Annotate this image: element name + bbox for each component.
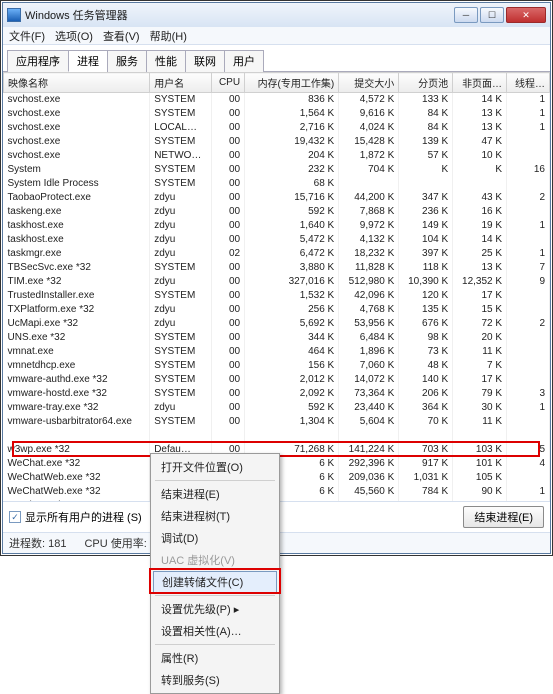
menu-file[interactable]: 文件(F) bbox=[9, 28, 45, 44]
tab-services[interactable]: 服务 bbox=[107, 50, 147, 72]
table-row[interactable]: TIM.exe *32zdyu00327,016 K512,980 K10,39… bbox=[4, 275, 550, 289]
table-row[interactable]: TBSecSvc.exe *32SYSTEM003,880 K11,828 K1… bbox=[4, 261, 550, 275]
context-item[interactable]: 调试(D) bbox=[151, 527, 279, 549]
maximize-button[interactable]: ☐ bbox=[480, 7, 504, 23]
column-header[interactable]: 用户名 bbox=[150, 73, 212, 93]
table-row[interactable]: taskhost.exezdyu005,472 K4,132 K104 K14 … bbox=[4, 233, 550, 247]
table-row[interactable]: UNS.exe *32SYSTEM00344 K6,484 K98 K20 K bbox=[4, 331, 550, 345]
context-item[interactable]: 属性(R) bbox=[151, 647, 279, 669]
context-item: UAC 虚拟化(V) bbox=[151, 549, 279, 571]
table-row[interactable]: TaobaoProtect.exezdyu0015,716 K44,200 K3… bbox=[4, 191, 550, 205]
table-row[interactable]: vmware-usbarbitrator64.exeSYSTEM001,304 … bbox=[4, 415, 550, 429]
menu-view[interactable]: 查看(V) bbox=[103, 28, 140, 44]
context-item[interactable]: 结束进程(E) bbox=[151, 483, 279, 505]
table-row[interactable]: vmware-hostd.exe *32SYSTEM002,092 K73,36… bbox=[4, 387, 550, 401]
app-icon bbox=[7, 8, 21, 22]
tab-applications[interactable]: 应用程序 bbox=[7, 50, 69, 72]
tab-users[interactable]: 用户 bbox=[224, 50, 264, 72]
context-item[interactable]: 创建转储文件(C) bbox=[153, 571, 277, 593]
table-row[interactable]: vmware-authd.exe *32SYSTEM002,012 K14,07… bbox=[4, 373, 550, 387]
menu-options[interactable]: 选项(O) bbox=[55, 28, 93, 44]
tab-networking[interactable]: 联网 bbox=[185, 50, 225, 72]
table-row[interactable]: SystemSYSTEM00232 K704 KKK16 bbox=[4, 163, 550, 177]
column-header[interactable]: 分页池 bbox=[399, 73, 453, 93]
tab-processes[interactable]: 进程 bbox=[68, 50, 108, 72]
table-row[interactable]: svchost.exeSYSTEM001,564 K9,616 K84 K13 … bbox=[4, 107, 550, 121]
table-row[interactable]: System Idle ProcessSYSTEM0068 K bbox=[4, 177, 550, 191]
titlebar: Windows 任务管理器 ─ ☐ ✕ bbox=[3, 3, 550, 27]
end-process-button[interactable]: 结束进程(E) bbox=[463, 506, 544, 528]
close-button[interactable]: ✕ bbox=[506, 7, 546, 23]
minimize-button[interactable]: ─ bbox=[454, 7, 478, 23]
window-title: Windows 任务管理器 bbox=[25, 7, 128, 23]
status-procs: 进程数: 181 bbox=[9, 535, 66, 551]
table-row[interactable]: UcMapi.exe *32zdyu005,692 K53,956 K676 K… bbox=[4, 317, 550, 331]
column-header[interactable]: CPU bbox=[211, 73, 244, 93]
table-row[interactable]: svchost.exeSYSTEM0019,432 K15,428 K139 K… bbox=[4, 135, 550, 149]
context-item[interactable]: 设置优先级(P) ▸ bbox=[151, 598, 279, 620]
column-header[interactable]: 内存(专用工作集) bbox=[245, 73, 339, 93]
table-row[interactable]: vmnat.exeSYSTEM00464 K1,896 K73 K11 K bbox=[4, 345, 550, 359]
column-header[interactable]: 非页面… bbox=[453, 73, 507, 93]
context-menu[interactable]: 打开文件位置(O) 结束进程(E)结束进程树(T)调试(D)UAC 虚拟化(V)创… bbox=[150, 453, 280, 694]
process-table[interactable]: 映像名称用户名CPU内存(专用工作集)提交大小分页池非页面…线程…svchost… bbox=[3, 72, 550, 501]
tabs: 应用程序 进程 服务 性能 联网 用户 bbox=[3, 45, 550, 72]
context-item[interactable]: 设置相关性(A)… bbox=[151, 620, 279, 642]
table-row[interactable]: svchost.exeSYSTEM00836 K4,572 K133 K14 K… bbox=[4, 93, 550, 108]
table-row[interactable]: vmnetdhcp.exeSYSTEM00156 K7,060 K48 K7 K bbox=[4, 359, 550, 373]
table-row[interactable]: taskhost.exezdyu001,640 K9,972 K149 K19 … bbox=[4, 219, 550, 233]
table-row[interactable]: svchost.exeLOCAL…002,716 K4,024 K84 K13 … bbox=[4, 121, 550, 135]
table-row[interactable]: taskeng.exezdyu00592 K7,868 K236 K16 K bbox=[4, 205, 550, 219]
context-item[interactable]: 结束进程树(T) bbox=[151, 505, 279, 527]
column-header[interactable]: 线程… bbox=[507, 73, 550, 93]
table-row[interactable]: TrustedInstaller.exeSYSTEM001,532 K42,09… bbox=[4, 289, 550, 303]
menubar: 文件(F) 选项(O) 查看(V) 帮助(H) bbox=[3, 27, 550, 45]
tab-performance[interactable]: 性能 bbox=[146, 50, 186, 72]
column-header[interactable]: 映像名称 bbox=[4, 73, 150, 93]
menu-help[interactable]: 帮助(H) bbox=[150, 28, 187, 44]
show-all-users-label: 显示所有用户的进程 (S) bbox=[25, 509, 142, 525]
context-item[interactable]: 转到服务(S) bbox=[151, 669, 279, 691]
show-all-users-checkbox[interactable]: ✓ 显示所有用户的进程 (S) bbox=[9, 509, 142, 525]
table-row[interactable]: svchost.exeNETWO…00204 K1,872 K57 K10 K bbox=[4, 149, 550, 163]
table-row[interactable]: vmware-tray.exe *32zdyu00592 K23,440 K36… bbox=[4, 401, 550, 415]
table-row[interactable]: taskmgr.exezdyu026,472 K18,232 K397 K25 … bbox=[4, 247, 550, 261]
context-item[interactable]: 打开文件位置(O) bbox=[151, 456, 279, 478]
table-row[interactable] bbox=[4, 429, 550, 443]
table-row[interactable]: TXPlatform.exe *32zdyu00256 K4,768 K135 … bbox=[4, 303, 550, 317]
column-header[interactable]: 提交大小 bbox=[339, 73, 399, 93]
